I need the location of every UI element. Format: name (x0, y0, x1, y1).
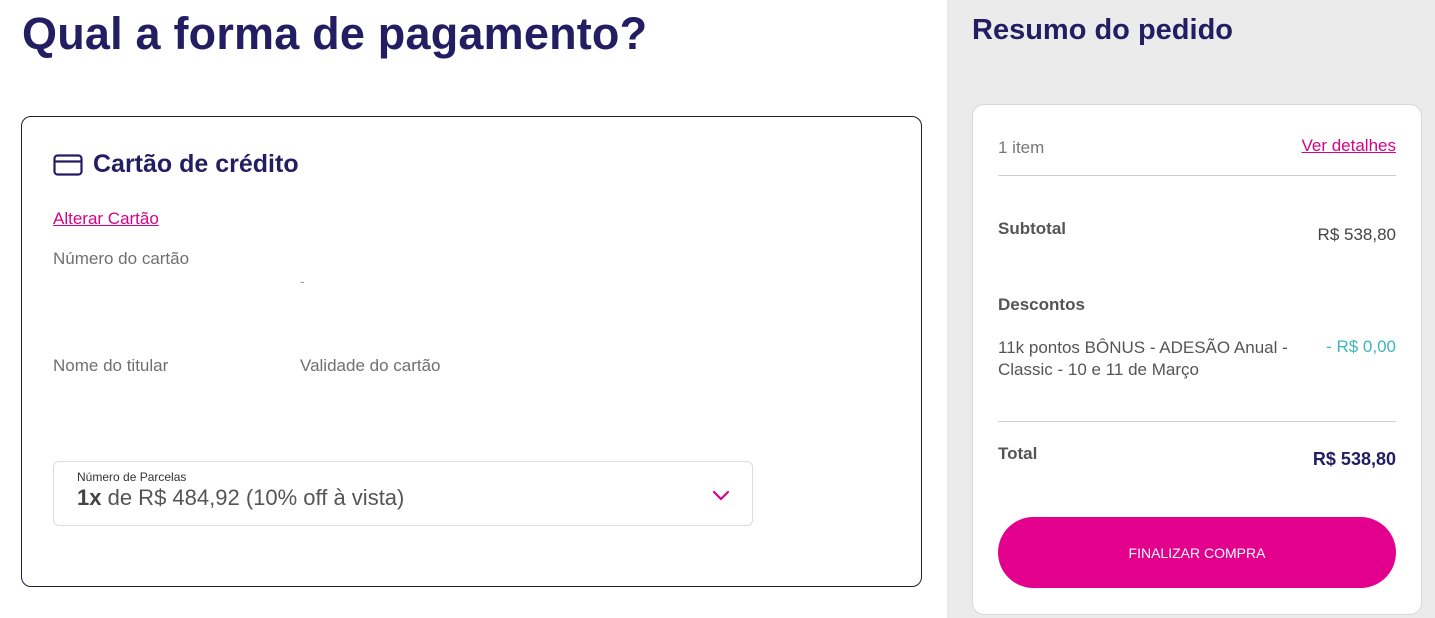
installments-amount: de R$ 484,92 (10% off à vista) (101, 485, 405, 510)
subtotal-label: Subtotal (998, 219, 1066, 238)
divider (998, 175, 1396, 176)
installments-selected-value: 1x de R$ 484,92 (10% off à vista) (77, 485, 404, 511)
payment-method-label: Cartão de crédito (93, 150, 299, 178)
change-card-link[interactable]: Alterar Cartão (53, 209, 159, 229)
holder-name-label: Nome do titular (53, 356, 169, 375)
total-label: Total (998, 444, 1038, 463)
page-title: Qual a forma de pagamento? (22, 8, 648, 59)
card-number-field[interactable]: - (300, 273, 305, 289)
discounts-label: Descontos (998, 295, 1085, 314)
installments-label: Número de Parcelas (77, 470, 187, 484)
installments-select[interactable]: Número de Parcelas 1x de R$ 484,92 (10% … (53, 461, 753, 526)
items-count: 1 item (998, 138, 1045, 157)
discount-item-value: - R$ 0,00 (1326, 337, 1396, 356)
payment-section: Qual a forma de pagamento? Cartão de cré… (0, 0, 947, 618)
divider (998, 421, 1396, 422)
installments-count: 1x (77, 485, 102, 510)
payment-method-header: Cartão de crédito (53, 150, 299, 179)
order-summary-section: Resumo do pedido 1 item Ver detalhes Sub… (947, 0, 1435, 618)
card-number-label: Número do cartão (53, 249, 190, 268)
credit-card-panel: Cartão de crédito Alterar Cartão Número … (21, 116, 922, 587)
order-summary-card: 1 item Ver detalhes Subtotal R$ 538,80 D… (972, 104, 1422, 615)
total-value: R$ 538,80 (1312, 449, 1396, 469)
card-expiry-label: Validade do cartão (300, 356, 441, 375)
credit-card-icon (53, 153, 83, 176)
subtotal-value: R$ 538,80 (1317, 225, 1396, 244)
finalize-purchase-button[interactable]: FINALIZAR COMPRA (998, 517, 1396, 588)
discount-item-description: 11k pontos BÔNUS - ADESÃO Anual - Classi… (998, 338, 1288, 379)
checkout-page: Qual a forma de pagamento? Cartão de cré… (0, 0, 1435, 618)
view-details-link[interactable]: Ver detalhes (1301, 136, 1396, 156)
summary-title: Resumo do pedido (972, 14, 1233, 46)
chevron-down-icon[interactable] (712, 486, 730, 504)
